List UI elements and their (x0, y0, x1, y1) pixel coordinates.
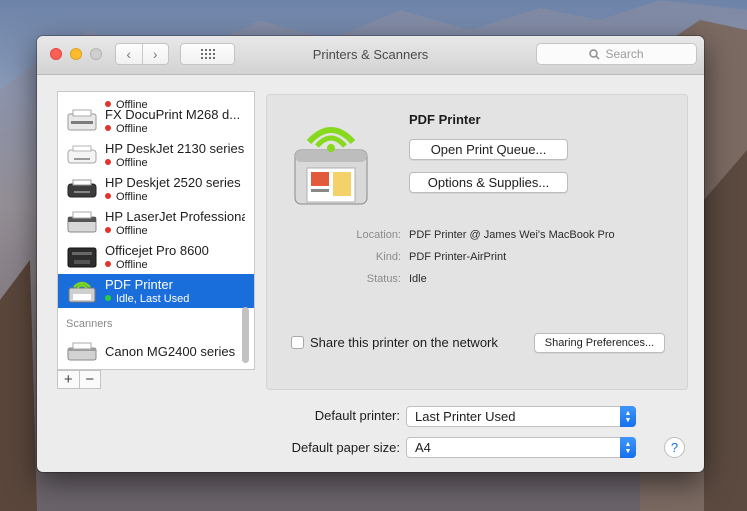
printer-status: Offline (105, 191, 148, 203)
status-dot (105, 193, 111, 199)
paper-size-popup[interactable]: A4 ▲ ▼ (406, 437, 636, 458)
printer-name: HP Deskjet 2520 series (105, 175, 241, 190)
remove-printer-button[interactable]: − (80, 371, 101, 388)
pdf-printer-large-icon (294, 127, 368, 205)
printer-status: Offline (105, 259, 148, 271)
status-dot (105, 227, 111, 233)
status-dot (105, 295, 111, 301)
list-item-printer-3[interactable]: HP Deskjet 2520 series Offline (58, 172, 254, 206)
search-placeholder: Search (605, 47, 644, 61)
status-dot (105, 125, 111, 131)
title-bar: ‹ › Printers & Scanners Search (37, 36, 704, 75)
printer-name: Officejet Pro 8600 (105, 243, 209, 258)
printer-icon (67, 247, 97, 268)
popup-arrows-icon: ▲ ▼ (620, 437, 636, 458)
list-item-scanner-0[interactable]: Canon MG2400 series (58, 335, 254, 369)
printer-status: Idle, Last Used (105, 293, 189, 305)
printer-status: Offline (105, 225, 148, 237)
printer-name: HP LaserJet Professional (105, 209, 245, 224)
kind-label: Kind: (375, 251, 401, 263)
options-supplies-button[interactable]: Options & Supplies... (409, 172, 568, 193)
list-item-printer-1[interactable]: FX DocuPrint M268 d... Offline (58, 104, 254, 138)
paper-size-label: Default paper size: (291, 440, 400, 455)
location-label: Location: (356, 229, 401, 241)
kind-value: PDF Printer-AirPrint (409, 251, 507, 263)
default-printer-popup[interactable]: Last Printer Used ▲ ▼ (406, 406, 636, 427)
list-add-remove: + − (57, 370, 101, 389)
scanner-icon (67, 342, 97, 361)
printer-name: PDF Printer (105, 277, 173, 292)
paper-size-value: A4 (415, 440, 431, 455)
help-button[interactable]: ? (664, 437, 685, 458)
printer-icon (67, 145, 97, 164)
sharing-preferences-button[interactable]: Sharing Preferences... (534, 333, 665, 353)
list-item-printer-6[interactable]: PDF Printer Idle, Last Used (58, 274, 254, 308)
share-printer-row[interactable]: Share this printer on the network (291, 335, 498, 350)
scanners-header: Scanners (66, 318, 113, 330)
printer-status: Offline (105, 123, 148, 135)
share-printer-checkbox[interactable] (291, 336, 304, 349)
printer-name: HP DeskJet 2130 series (105, 141, 245, 156)
printer-icon (67, 179, 97, 198)
status-dot (105, 261, 111, 267)
location-value: PDF Printer @ James Wei's MacBook Pro (409, 229, 615, 241)
status-value: Idle (409, 273, 427, 285)
pdf-printer-icon (68, 281, 96, 303)
list-item-printer-5[interactable]: Officejet Pro 8600 Offline (58, 240, 254, 274)
printer-name: FX DocuPrint M268 d... (105, 107, 241, 122)
printer-title: PDF Printer (409, 112, 481, 127)
search-icon (589, 48, 600, 59)
printer-icon (67, 211, 97, 233)
status-dot (105, 159, 111, 165)
printer-icon (67, 109, 97, 131)
status-label: Status: (366, 273, 401, 285)
share-printer-label: Share this printer on the network (310, 335, 498, 350)
list-item-printer-4[interactable]: HP LaserJet Professional Offline (58, 206, 254, 240)
list-scrollbar[interactable] (242, 307, 249, 363)
default-printer-value: Last Printer Used (415, 409, 516, 424)
default-printer-label: Default printer: (314, 408, 400, 423)
popup-arrows-icon: ▲ ▼ (620, 406, 636, 427)
search-field[interactable]: Search (536, 43, 697, 65)
scanner-name: Canon MG2400 series (105, 344, 236, 359)
list-item-printer-2[interactable]: HP DeskJet 2130 series Offline (58, 138, 254, 172)
add-printer-button[interactable]: + (58, 371, 80, 388)
printer-list[interactable]: Offline FX DocuPrint M268 d... Offline H… (57, 91, 255, 370)
printer-detail-pane: PDF Printer Open Print Queue... Options … (266, 94, 688, 390)
printers-scanners-window: ‹ › Printers & Scanners Search Offline F… (37, 36, 704, 472)
printer-status: Offline (105, 157, 148, 169)
open-print-queue-button[interactable]: Open Print Queue... (409, 139, 568, 160)
